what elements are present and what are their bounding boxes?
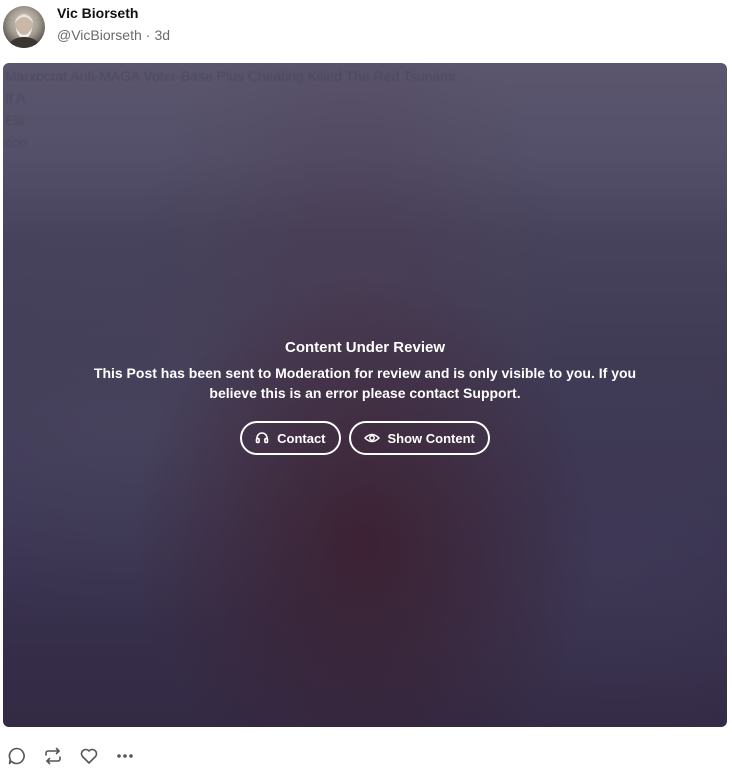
post-card: Vic Biorseth @VicBiorseth · 3d Marxocrat A… (0, 0, 732, 772)
review-title: Content Under Review (284, 339, 446, 356)
moderated-media: Marxocrat Anti-MAGA Voter-Base Plus Chea… (3, 63, 727, 727)
review-actions: Contact Show Content (3, 421, 727, 455)
show-content-button[interactable]: Show Content (348, 421, 490, 455)
meta-separator: · (145, 26, 151, 43)
review-message: This Post has been sent to Moderation fo… (93, 365, 637, 401)
author-name[interactable]: Vic Biorseth (57, 4, 170, 22)
headset-icon (255, 431, 269, 445)
show-content-label: Show Content (387, 430, 475, 446)
like-icon[interactable] (79, 746, 99, 766)
author-handle[interactable]: @VicBiorseth (57, 27, 142, 43)
review-notice: Content Under Review This Post has been … (3, 338, 727, 455)
contact-label: Contact (277, 430, 326, 446)
avatar[interactable] (3, 6, 45, 48)
blurred-line: If A (5, 90, 26, 106)
author-meta: Vic Biorseth @VicBiorseth · 3d (57, 5, 170, 45)
post-header: Vic Biorseth @VicBiorseth · 3d (3, 5, 170, 49)
blurred-post-text: Marxocrat Anti-MAGA Voter-Base Plus Chea… (5, 65, 455, 153)
eye-icon (363, 432, 380, 444)
post-actions (7, 746, 151, 766)
post-age: 3d (154, 26, 171, 43)
blurred-line: Ele (5, 112, 26, 128)
repost-icon[interactable] (43, 746, 63, 766)
blurred-line: con (5, 134, 28, 150)
contact-button[interactable]: Contact (240, 421, 341, 455)
more-icon[interactable] (115, 746, 135, 766)
avatar-portrait-icon (7, 13, 41, 48)
comment-icon[interactable] (7, 746, 27, 766)
blurred-line: Marxocrat Anti-MAGA Voter-Base Plus Chea… (5, 68, 456, 84)
author-subline: @VicBiorseth · 3d (57, 25, 170, 45)
